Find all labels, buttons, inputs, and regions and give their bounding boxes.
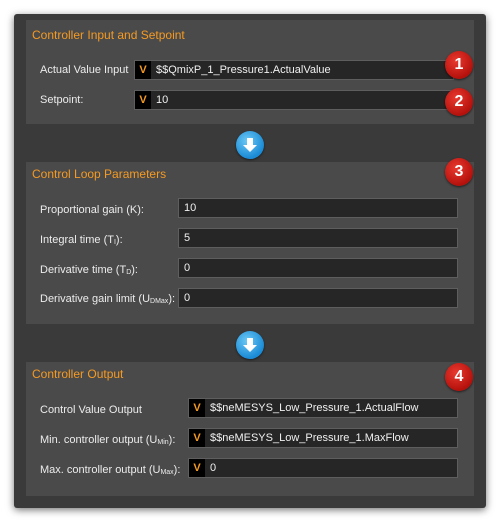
proportional-gain-input[interactable]: 10 <box>178 198 458 218</box>
variable-icon[interactable]: V <box>189 399 205 417</box>
variable-icon[interactable]: V <box>189 429 205 447</box>
step-marker-1: 1 <box>445 51 473 79</box>
setpoint-label: Setpoint: <box>40 94 84 106</box>
max-controller-output-value: 0 <box>210 462 217 474</box>
setpoint-field[interactable]: V 10 <box>134 90 454 110</box>
variable-icon[interactable]: V <box>189 459 205 477</box>
control-loop-section: Control Loop Parameters Proportional gai… <box>26 162 474 324</box>
max-controller-output-label: Max. controller output (UMax): <box>40 464 181 476</box>
step-marker-3: 3 <box>445 158 473 186</box>
control-loop-title: Control Loop Parameters <box>32 167 167 181</box>
actual-value-input-value: $$QmixP_1_Pressure1.ActualValue <box>156 64 331 76</box>
controller-input-section: Controller Input and Setpoint Actual Val… <box>26 20 474 124</box>
arrow-down-icon <box>236 331 264 359</box>
derivative-gain-limit-value: 0 <box>184 292 191 304</box>
pid-controller-config-panel: Controller Input and Setpoint Actual Val… <box>14 14 486 508</box>
actual-value-input-field[interactable]: V $$QmixP_1_Pressure1.ActualValue <box>134 60 454 80</box>
min-controller-output-label: Min. controller output (UMin): <box>40 434 176 446</box>
step-marker-4: 4 <box>445 363 473 391</box>
integral-time-value: 5 <box>184 232 191 244</box>
control-value-output-value: $$neMESYS_Low_Pressure_1.ActualFlow <box>210 402 419 414</box>
derivative-time-label: Derivative time (TD): <box>40 264 138 276</box>
max-controller-output-field[interactable]: V 0 <box>188 458 458 478</box>
proportional-gain-label: Proportional gain (K): <box>40 204 144 216</box>
controller-output-title: Controller Output <box>32 367 124 381</box>
integral-time-input[interactable]: 5 <box>178 228 458 248</box>
controller-input-title: Controller Input and Setpoint <box>32 28 185 42</box>
controller-output-section: Controller Output Control Value Output V… <box>26 362 474 496</box>
control-value-output-field[interactable]: V $$neMESYS_Low_Pressure_1.ActualFlow <box>188 398 458 418</box>
variable-icon[interactable]: V <box>135 91 151 109</box>
control-value-output-label: Control Value Output <box>40 404 142 416</box>
setpoint-value: 10 <box>156 94 169 106</box>
derivative-gain-limit-label: Derivative gain limit (UDMax): <box>40 293 176 305</box>
variable-icon[interactable]: V <box>135 61 151 79</box>
arrow-down-icon <box>236 131 264 159</box>
min-controller-output-field[interactable]: V $$neMESYS_Low_Pressure_1.MaxFlow <box>188 428 458 448</box>
integral-time-label: Integral time (TI): <box>40 234 123 246</box>
derivative-gain-limit-input[interactable]: 0 <box>178 288 458 308</box>
derivative-time-input[interactable]: 0 <box>178 258 458 278</box>
derivative-time-value: 0 <box>184 262 191 274</box>
actual-value-input-label: Actual Value Input <box>40 64 129 76</box>
proportional-gain-value: 10 <box>184 202 197 214</box>
step-marker-2: 2 <box>445 88 473 116</box>
min-controller-output-value: $$neMESYS_Low_Pressure_1.MaxFlow <box>210 432 409 444</box>
